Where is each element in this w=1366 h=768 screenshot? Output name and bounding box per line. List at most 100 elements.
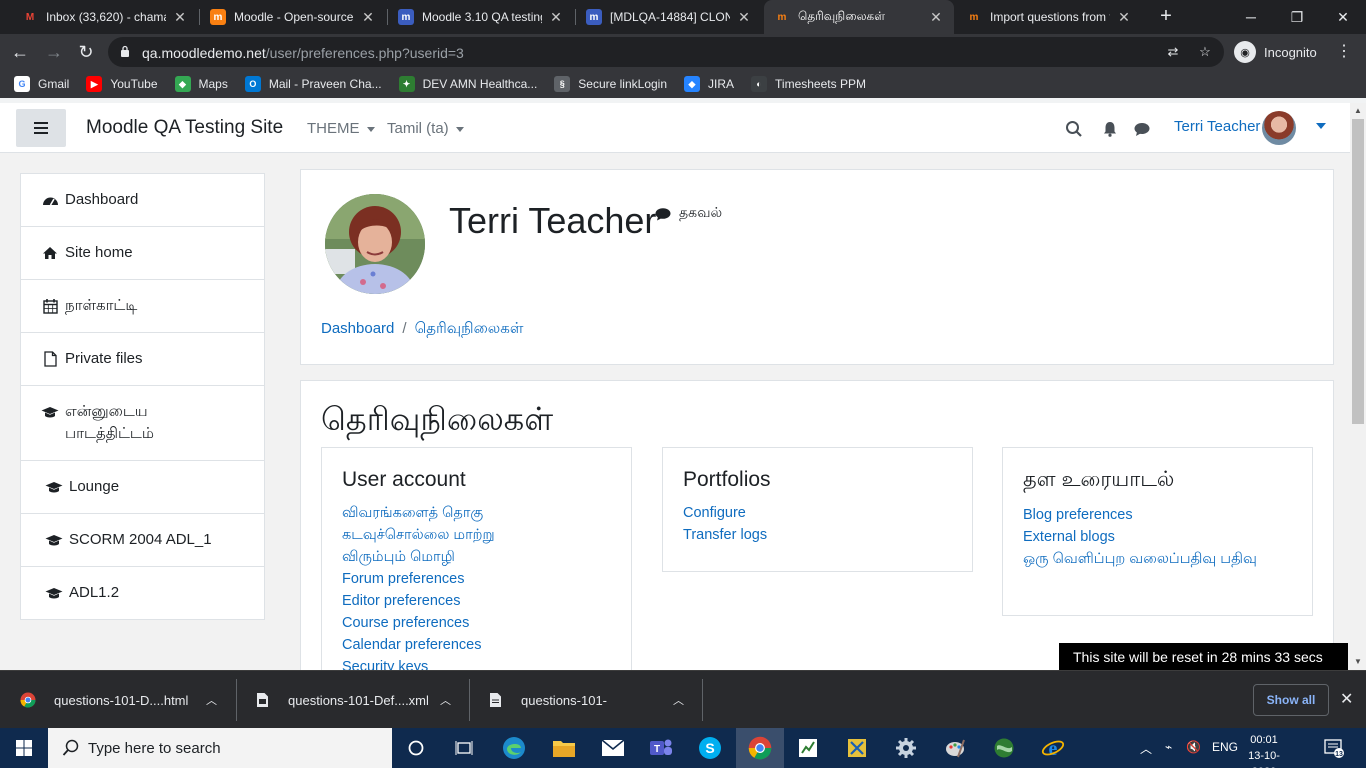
bookmark-mail[interactable]: O Mail - Praveen Cha... <box>244 76 382 92</box>
editor-preferences-link[interactable]: Editor preferences <box>342 590 611 612</box>
windows-start-button[interactable] <box>0 728 48 768</box>
scrollbar-thumb[interactable] <box>1352 119 1364 424</box>
incognito-indicator[interactable]: ◉ Incognito <box>1234 41 1317 63</box>
sidebar-item-course-adl[interactable]: ADL1.2 <box>21 566 264 619</box>
bookmark-maps[interactable]: ◆ Maps <box>174 76 228 92</box>
new-tab-button[interactable]: + <box>1156 6 1176 28</box>
reload-button[interactable]: ↻ <box>74 40 98 64</box>
clock[interactable]: 00:01 13-10-2020 <box>1236 732 1292 768</box>
drawer-toggle-button[interactable] <box>16 109 66 147</box>
security-keys-link[interactable]: Security keys <box>342 656 611 670</box>
change-password-link[interactable]: கடவுச்சொல்லை மாற்று <box>342 524 611 546</box>
internet-explorer-icon[interactable]: e <box>1029 728 1077 768</box>
calendar-preferences-link[interactable]: Calendar preferences <box>342 634 611 656</box>
close-icon[interactable]: ✕ <box>1116 9 1132 26</box>
chevron-down-icon[interactable] <box>1316 123 1326 129</box>
preferred-language-link[interactable]: விரும்பும் மொழி <box>342 546 611 568</box>
sidebar-item-my-courses[interactable]: என்னுடைய பாடத்திட்டம் <box>21 385 264 460</box>
bookmark-gmail[interactable]: G Gmail <box>14 76 69 92</box>
chevron-up-icon[interactable]: ︿ <box>440 692 451 708</box>
network-icon[interactable]: ⌁ <box>1165 740 1172 754</box>
task-view-icon[interactable] <box>440 728 488 768</box>
restore-button[interactable]: ❐ <box>1274 0 1320 34</box>
profile-picture[interactable] <box>325 194 425 294</box>
chrome-icon[interactable] <box>736 728 784 768</box>
breadcrumb-current[interactable]: தெரிவுநிலைகள் <box>415 320 524 337</box>
browser-tab[interactable]: m Moodle 3.10 QA testing ✕ <box>388 0 574 34</box>
edit-profile-link[interactable]: விவரங்களைத் தொகு <box>342 502 611 524</box>
sidebar-item-private-files[interactable]: Private files <box>21 332 264 385</box>
sidebar-item-calendar[interactable]: நாள்காட்டி <box>21 279 264 332</box>
browser-tab[interactable]: M Inbox (33,620) - chama ✕ <box>12 0 198 34</box>
translate-icon[interactable]: ⇄ <box>1164 43 1182 61</box>
teams-icon[interactable]: T <box>637 728 685 768</box>
bookmark-secure-link[interactable]: § Secure linkLogin <box>554 76 667 92</box>
avatar[interactable] <box>1262 111 1296 145</box>
show-all-downloads-button[interactable]: Show all <box>1253 684 1329 716</box>
blog-preferences-link[interactable]: Blog preferences <box>1023 504 1292 526</box>
cortana-icon[interactable] <box>392 728 440 768</box>
forward-button[interactable]: → <box>42 40 66 64</box>
edge-icon[interactable] <box>490 728 538 768</box>
messages-icon[interactable] <box>1133 120 1151 138</box>
bookmark-star-icon[interactable]: ☆ <box>1196 43 1214 61</box>
close-icon[interactable]: ✕ <box>1340 689 1353 709</box>
scroll-down-arrow-icon[interactable]: ▼ <box>1350 654 1366 670</box>
window-close-button[interactable]: ✕ <box>1320 0 1366 34</box>
spreadsheet-icon[interactable] <box>784 728 832 768</box>
bookmark-timesheets[interactable]: ◐ Timesheets PPM <box>751 76 866 92</box>
file-explorer-icon[interactable] <box>540 728 588 768</box>
bookmark-jira[interactable]: ◆ JIRA <box>684 76 734 92</box>
globe-app-icon[interactable] <box>980 728 1028 768</box>
browser-tab[interactable]: m Moodle - Open-source ✕ <box>200 0 386 34</box>
bookmark-dev-amn[interactable]: ✦ DEV AMN Healthca... <box>398 76 537 92</box>
mail-icon[interactable] <box>589 728 637 768</box>
sidebar-item-course-lounge[interactable]: Lounge <box>21 460 264 513</box>
site-name[interactable]: Moodle QA Testing Site <box>86 117 283 139</box>
settings-gear-icon[interactable] <box>882 728 930 768</box>
browser-tab[interactable]: m [MDLQA-14884] CLONE ✕ <box>576 0 762 34</box>
taskbar-search-input[interactable]: Type here to search <box>48 728 392 768</box>
theme-dropdown[interactable]: THEME <box>307 120 375 137</box>
chevron-up-icon[interactable]: ︿ <box>673 692 684 708</box>
skype-icon[interactable]: S <box>686 728 734 768</box>
browser-tab[interactable]: m Import questions from t ✕ <box>956 0 1142 34</box>
language-indicator[interactable]: ENG <box>1212 740 1238 754</box>
close-icon[interactable]: ✕ <box>928 9 944 26</box>
external-blogs-link[interactable]: External blogs <box>1023 526 1292 548</box>
paint-icon[interactable] <box>931 728 979 768</box>
sidebar-item-dashboard[interactable]: Dashboard <box>21 174 264 226</box>
search-icon[interactable] <box>1065 120 1083 138</box>
breadcrumb-dashboard[interactable]: Dashboard <box>321 320 394 337</box>
snipping-tool-icon[interactable] <box>833 728 881 768</box>
user-menu-name[interactable]: Terri Teacher <box>1174 118 1260 135</box>
browser-tab-active[interactable]: m தெரிவுநிலைகள் ✕ <box>764 0 954 34</box>
forum-preferences-link[interactable]: Forum preferences <box>342 568 611 590</box>
portfolio-configure-link[interactable]: Configure <box>683 502 952 524</box>
close-icon[interactable]: ✕ <box>360 9 376 26</box>
register-external-blog-link[interactable]: ஒரு வெளிப்புற வலைப்பதிவு பதிவு <box>1023 548 1292 570</box>
page-scrollbar[interactable]: ▲ ▼ <box>1350 103 1366 670</box>
scroll-up-arrow-icon[interactable]: ▲ <box>1350 103 1366 119</box>
download-item[interactable]: questions-101-Def....xml ︿ <box>254 671 460 729</box>
sidebar-item-course-scorm[interactable]: SCORM 2004 ADL_1 <box>21 513 264 566</box>
browser-menu-icon[interactable]: ⋮ <box>1336 40 1352 64</box>
chevron-up-icon[interactable]: ︿ <box>1140 740 1152 757</box>
sidebar-item-site-home[interactable]: Site home <box>21 226 264 279</box>
download-item[interactable]: questions-101-D....html ︿ <box>20 671 226 729</box>
address-bar[interactable]: qa.moodledemo.net/user/preferences.php?u… <box>108 37 1224 67</box>
download-item[interactable]: questions-101- ︿ <box>487 671 693 729</box>
close-icon[interactable]: ✕ <box>172 9 188 26</box>
close-icon[interactable]: ✕ <box>736 9 752 26</box>
transfer-logs-link[interactable]: Transfer logs <box>683 524 952 546</box>
notification-bell-icon[interactable] <box>1101 120 1119 138</box>
language-dropdown[interactable]: Tamil (ta) <box>387 120 464 137</box>
back-button[interactable]: ← <box>8 40 32 64</box>
message-link[interactable]: தகவல் <box>655 204 722 223</box>
close-icon[interactable]: ✕ <box>548 9 564 26</box>
minimize-button[interactable]: ─ <box>1228 0 1274 34</box>
action-center-button[interactable]: 13 <box>1324 738 1344 761</box>
course-preferences-link[interactable]: Course preferences <box>342 612 611 634</box>
chevron-up-icon[interactable]: ︿ <box>206 692 217 708</box>
volume-muted-icon[interactable]: 🔇 <box>1186 740 1201 754</box>
